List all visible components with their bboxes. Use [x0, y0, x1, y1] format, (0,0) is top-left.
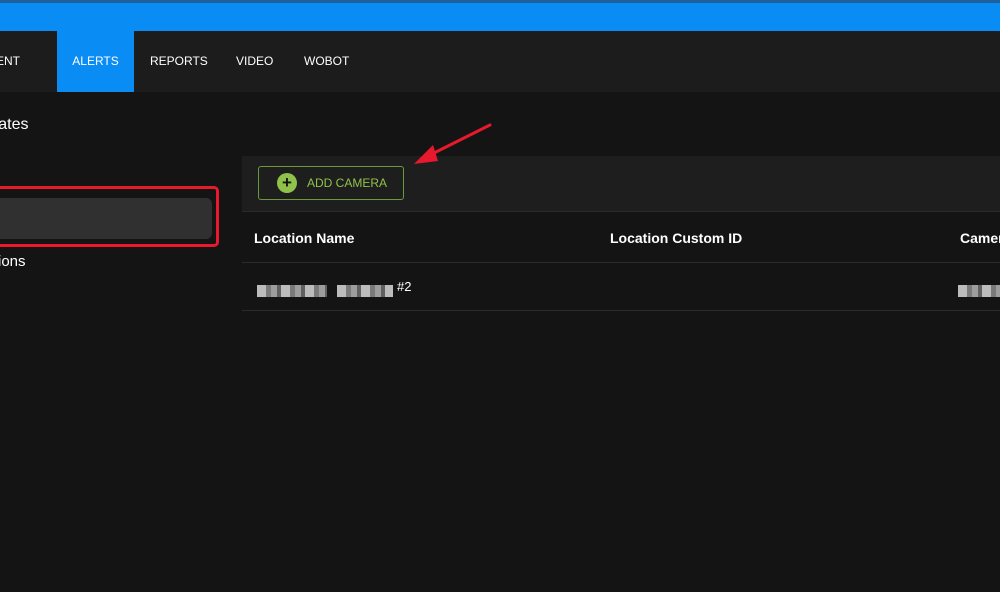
column-header-location-name[interactable]: Location Name: [254, 212, 354, 264]
toolbar: + ADD CAMERA: [242, 156, 1000, 211]
column-header-location-custom-id[interactable]: Location Custom ID: [610, 212, 742, 264]
redacted-text: [337, 285, 393, 297]
nav-video[interactable]: VIDEO: [236, 31, 276, 92]
nav-reports[interactable]: REPORTS: [150, 31, 208, 92]
main-nav: EMENT ALERTS REPORTS VIDEO WOBOT: [0, 31, 1000, 92]
content-panel: + ADD CAMERA Location Name Location Cust…: [242, 156, 1000, 592]
redacted-camera-text: [958, 285, 1000, 297]
add-camera-button[interactable]: + ADD CAMERA: [258, 166, 404, 200]
nav-alerts[interactable]: ALERTS: [57, 31, 134, 92]
nav-wobot[interactable]: WOBOT: [304, 31, 354, 92]
column-header-camera[interactable]: Camer: [960, 212, 1000, 264]
annotation-highlight-box: [0, 186, 219, 247]
annotation-arrow: [414, 123, 492, 164]
location-name-suffix: #2: [397, 279, 412, 294]
table-header: Location Name Location Custom ID Camer: [242, 211, 1000, 263]
plus-circle-icon: +: [277, 173, 297, 193]
add-camera-label: ADD CAMERA: [307, 176, 388, 190]
sidebar-item-notifications[interactable]: tifications: [0, 253, 26, 270]
nav-management[interactable]: EMENT: [0, 31, 56, 92]
top-accent-bar: [0, 0, 1000, 31]
table-row[interactable]: #2: [242, 263, 1000, 311]
sidebar-title: Plates: [0, 116, 29, 133]
redacted-text: [257, 285, 327, 297]
